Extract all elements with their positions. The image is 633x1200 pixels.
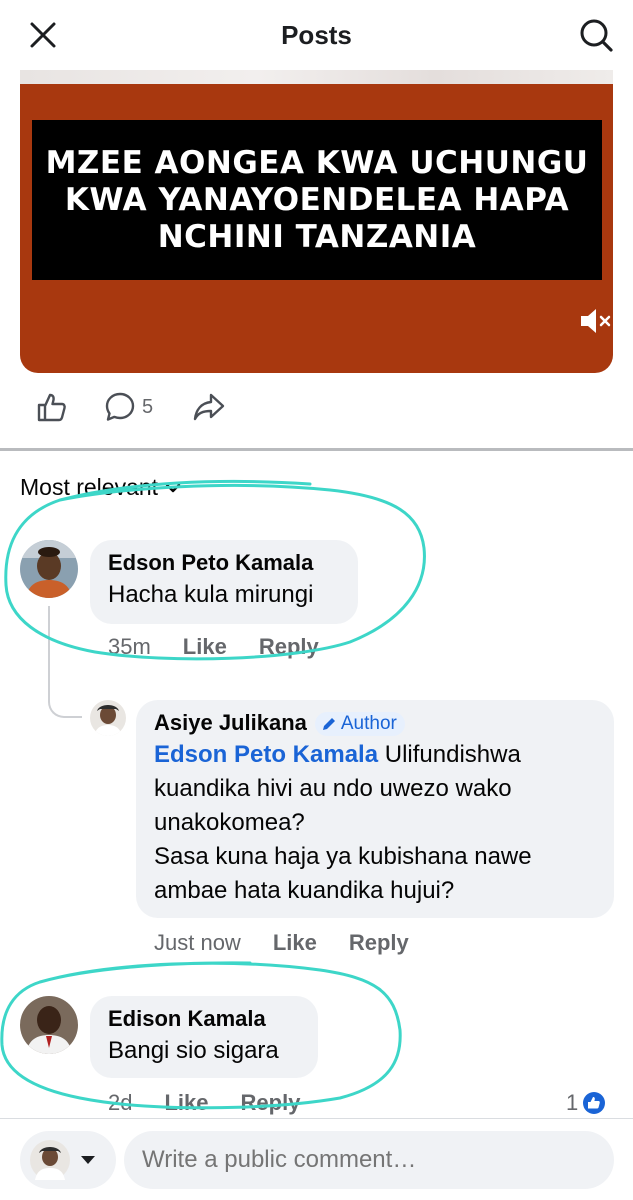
comment-meta: Just now Like Reply	[154, 930, 409, 956]
reply-thread-line	[48, 606, 82, 718]
comment-bubble[interactable]: Edson Peto Kamala Hacha kula mirungi	[90, 540, 358, 624]
close-button[interactable]	[20, 12, 66, 58]
comment-composer	[0, 1118, 633, 1200]
avatar	[30, 1140, 70, 1180]
user-photo-icon	[20, 540, 78, 598]
like-comment-button[interactable]: Like	[183, 634, 227, 660]
top-bar: Posts	[0, 0, 633, 70]
reply-comment-button[interactable]: Reply	[259, 634, 319, 660]
reply-author-line: Asiye Julikana Author	[154, 710, 598, 737]
comment-text: Edson Peto Kamala Ulifundishwa kuandika …	[154, 738, 598, 908]
comment-count: 5	[142, 395, 154, 418]
avatar[interactable]	[90, 700, 126, 736]
comment-author[interactable]: Edson Peto Kamala	[108, 550, 340, 576]
reaction-summary[interactable]: 1	[566, 1090, 606, 1116]
comment-author[interactable]: Asiye Julikana	[154, 710, 307, 735]
comment-meta: 2d Like Reply	[108, 1090, 300, 1116]
comment-bubble[interactable]: Edison Kamala Bangi sio sigara	[90, 996, 318, 1078]
profile-switcher[interactable]	[20, 1131, 116, 1189]
reply-comment-button[interactable]: Reply	[349, 930, 409, 956]
thumbs-up-icon	[37, 393, 66, 422]
post-actions: 5	[0, 383, 633, 435]
like-reaction-icon	[583, 1092, 606, 1114]
section-divider	[0, 448, 633, 451]
comment-time: Just now	[154, 930, 241, 955]
comment-time: 2d	[108, 1090, 133, 1115]
caret-down-icon	[81, 1156, 95, 1164]
avatar[interactable]	[20, 996, 78, 1054]
comment-text: Hacha kula mirungi	[108, 581, 314, 608]
comment-time: 35m	[108, 634, 151, 659]
comment-text: Bangi sio sigara	[108, 1037, 279, 1064]
comment-bubble-icon	[105, 392, 135, 421]
comment-sort-dropdown[interactable]: Most relevant	[20, 474, 182, 501]
author-badge-label: Author	[340, 713, 397, 735]
reaction-count: 1	[566, 1090, 579, 1115]
close-icon	[30, 22, 56, 48]
like-comment-button[interactable]: Like	[273, 930, 317, 956]
search-icon	[580, 19, 613, 52]
comment-input[interactable]	[124, 1131, 614, 1189]
comment-button[interactable]: 5	[104, 391, 153, 423]
mention-link[interactable]: Edson Peto Kamala	[154, 741, 378, 768]
user-photo-icon	[20, 996, 78, 1054]
video-caption-banner: MZEE AONGEA KWA UCHUNGU KWA YANAYOENDELE…	[32, 120, 602, 280]
video-caption-text: MZEE AONGEA KWA UCHUNGU KWA YANAYOENDELE…	[45, 144, 589, 255]
avatar[interactable]	[20, 540, 78, 598]
sort-label: Most relevant	[20, 474, 159, 500]
share-button[interactable]	[192, 391, 226, 423]
post-video[interactable]: MZEE AONGEA KWA UCHUNGU KWA YANAYOENDELE…	[20, 68, 613, 373]
mute-button[interactable]	[579, 304, 613, 338]
video-frame-top	[20, 68, 613, 84]
like-comment-button[interactable]: Like	[164, 1090, 208, 1116]
pencil-icon	[322, 718, 335, 731]
comment-meta: 35m Like Reply	[108, 634, 319, 660]
author-badge: Author	[314, 712, 405, 737]
share-arrow-icon	[193, 393, 225, 421]
chevron-down-icon	[165, 483, 181, 492]
comment-author[interactable]: Edison Kamala	[108, 1006, 300, 1032]
search-button[interactable]	[573, 12, 619, 58]
like-button[interactable]	[36, 391, 68, 423]
user-photo-icon	[90, 700, 126, 736]
reply-bubble[interactable]: Asiye Julikana Author Edson Peto Kamala U…	[136, 700, 614, 918]
reply-comment-button[interactable]: Reply	[241, 1090, 301, 1116]
speaker-muted-icon	[581, 309, 611, 333]
page-title: Posts	[281, 19, 352, 50]
